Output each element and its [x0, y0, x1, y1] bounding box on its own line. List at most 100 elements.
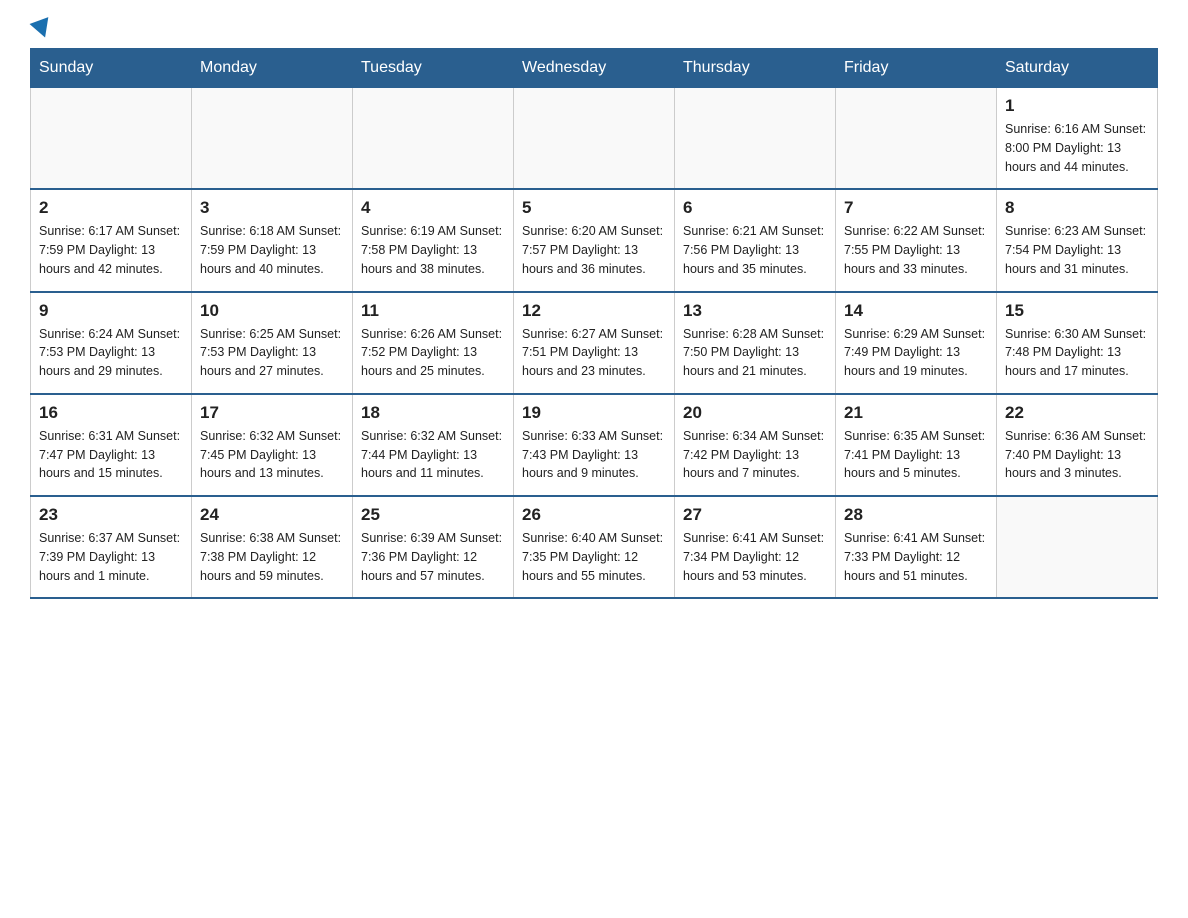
column-header-saturday: Saturday [997, 49, 1158, 88]
day-number: 27 [683, 505, 827, 525]
day-info: Sunrise: 6:29 AM Sunset: 7:49 PM Dayligh… [844, 325, 988, 381]
calendar-cell [836, 88, 997, 190]
day-info: Sunrise: 6:32 AM Sunset: 7:44 PM Dayligh… [361, 427, 505, 483]
day-number: 1 [1005, 96, 1149, 116]
column-header-sunday: Sunday [31, 49, 192, 88]
day-info: Sunrise: 6:38 AM Sunset: 7:38 PM Dayligh… [200, 529, 344, 585]
day-info: Sunrise: 6:35 AM Sunset: 7:41 PM Dayligh… [844, 427, 988, 483]
day-info: Sunrise: 6:25 AM Sunset: 7:53 PM Dayligh… [200, 325, 344, 381]
calendar-cell: 6 Sunrise: 6:21 AM Sunset: 7:56 PM Daylig… [675, 189, 836, 291]
calendar-cell: 3 Sunrise: 6:18 AM Sunset: 7:59 PM Daylig… [192, 189, 353, 291]
calendar-cell [31, 88, 192, 190]
calendar-cell: 21 Sunrise: 6:35 AM Sunset: 7:41 PM Dayli… [836, 394, 997, 496]
calendar-cell: 19 Sunrise: 6:33 AM Sunset: 7:43 PM Dayli… [514, 394, 675, 496]
calendar-week-row: 16 Sunrise: 6:31 AM Sunset: 7:47 PM Dayli… [31, 394, 1158, 496]
calendar-cell: 18 Sunrise: 6:32 AM Sunset: 7:44 PM Dayli… [353, 394, 514, 496]
day-info: Sunrise: 6:39 AM Sunset: 7:36 PM Dayligh… [361, 529, 505, 585]
column-header-monday: Monday [192, 49, 353, 88]
calendar-cell: 2 Sunrise: 6:17 AM Sunset: 7:59 PM Daylig… [31, 189, 192, 291]
calendar-week-row: 23 Sunrise: 6:37 AM Sunset: 7:39 PM Dayli… [31, 496, 1158, 598]
calendar-cell: 20 Sunrise: 6:34 AM Sunset: 7:42 PM Dayli… [675, 394, 836, 496]
calendar-cell: 11 Sunrise: 6:26 AM Sunset: 7:52 PM Dayli… [353, 292, 514, 394]
day-number: 24 [200, 505, 344, 525]
day-info: Sunrise: 6:21 AM Sunset: 7:56 PM Dayligh… [683, 222, 827, 278]
day-info: Sunrise: 6:27 AM Sunset: 7:51 PM Dayligh… [522, 325, 666, 381]
calendar-cell: 7Sunrise: 6:22 AM Sunset: 7:55 PM Daylig… [836, 189, 997, 291]
calendar-header-row: SundayMondayTuesdayWednesdayThursdayFrid… [31, 49, 1158, 88]
day-info: Sunrise: 6:33 AM Sunset: 7:43 PM Dayligh… [522, 427, 666, 483]
calendar-cell: 1 Sunrise: 6:16 AM Sunset: 8:00 PM Daylig… [997, 88, 1158, 190]
column-header-thursday: Thursday [675, 49, 836, 88]
day-number: 19 [522, 403, 666, 423]
day-info: Sunrise: 6:26 AM Sunset: 7:52 PM Dayligh… [361, 325, 505, 381]
day-info: Sunrise: 6:41 AM Sunset: 7:33 PM Dayligh… [844, 529, 988, 585]
day-number: 15 [1005, 301, 1149, 321]
day-number: 13 [683, 301, 827, 321]
day-number: 7 [844, 198, 988, 218]
calendar-cell [353, 88, 514, 190]
calendar-cell: 27 Sunrise: 6:41 AM Sunset: 7:34 PM Dayli… [675, 496, 836, 598]
day-number: 16 [39, 403, 183, 423]
day-info: Sunrise: 6:32 AM Sunset: 7:45 PM Dayligh… [200, 427, 344, 483]
day-info: Sunrise: 6:16 AM Sunset: 8:00 PM Dayligh… [1005, 120, 1149, 176]
day-number: 22 [1005, 403, 1149, 423]
day-number: 6 [683, 198, 827, 218]
day-info: Sunrise: 6:37 AM Sunset: 7:39 PM Dayligh… [39, 529, 183, 585]
calendar-cell: 28 Sunrise: 6:41 AM Sunset: 7:33 PM Dayli… [836, 496, 997, 598]
day-number: 2 [39, 198, 183, 218]
column-header-friday: Friday [836, 49, 997, 88]
calendar-cell: 13 Sunrise: 6:28 AM Sunset: 7:50 PM Dayli… [675, 292, 836, 394]
day-number: 3 [200, 198, 344, 218]
calendar-cell: 9Sunrise: 6:24 AM Sunset: 7:53 PM Daylig… [31, 292, 192, 394]
calendar-week-row: 1 Sunrise: 6:16 AM Sunset: 8:00 PM Daylig… [31, 88, 1158, 190]
day-info: Sunrise: 6:41 AM Sunset: 7:34 PM Dayligh… [683, 529, 827, 585]
calendar-cell [675, 88, 836, 190]
calendar-cell: 15 Sunrise: 6:30 AM Sunset: 7:48 PM Dayli… [997, 292, 1158, 394]
calendar-cell: 17 Sunrise: 6:32 AM Sunset: 7:45 PM Dayli… [192, 394, 353, 496]
column-header-wednesday: Wednesday [514, 49, 675, 88]
day-info: Sunrise: 6:36 AM Sunset: 7:40 PM Dayligh… [1005, 427, 1149, 483]
calendar-week-row: 9Sunrise: 6:24 AM Sunset: 7:53 PM Daylig… [31, 292, 1158, 394]
calendar-cell: 24 Sunrise: 6:38 AM Sunset: 7:38 PM Dayli… [192, 496, 353, 598]
day-number: 10 [200, 301, 344, 321]
calendar-cell: 14 Sunrise: 6:29 AM Sunset: 7:49 PM Dayli… [836, 292, 997, 394]
logo [30, 20, 54, 38]
day-info: Sunrise: 6:20 AM Sunset: 7:57 PM Dayligh… [522, 222, 666, 278]
day-info: Sunrise: 6:18 AM Sunset: 7:59 PM Dayligh… [200, 222, 344, 278]
calendar-cell [192, 88, 353, 190]
day-number: 14 [844, 301, 988, 321]
day-info: Sunrise: 6:24 AM Sunset: 7:53 PM Dayligh… [39, 325, 183, 381]
day-number: 12 [522, 301, 666, 321]
day-info: Sunrise: 6:30 AM Sunset: 7:48 PM Dayligh… [1005, 325, 1149, 381]
day-info: Sunrise: 6:31 AM Sunset: 7:47 PM Dayligh… [39, 427, 183, 483]
day-info: Sunrise: 6:40 AM Sunset: 7:35 PM Dayligh… [522, 529, 666, 585]
calendar-cell: 12 Sunrise: 6:27 AM Sunset: 7:51 PM Dayli… [514, 292, 675, 394]
day-number: 17 [200, 403, 344, 423]
calendar-cell: 26 Sunrise: 6:40 AM Sunset: 7:35 PM Dayli… [514, 496, 675, 598]
page-header [30, 20, 1158, 38]
day-number: 23 [39, 505, 183, 525]
day-info: Sunrise: 6:34 AM Sunset: 7:42 PM Dayligh… [683, 427, 827, 483]
day-number: 20 [683, 403, 827, 423]
logo-triangle-icon [30, 17, 55, 41]
day-number: 28 [844, 505, 988, 525]
day-number: 4 [361, 198, 505, 218]
day-info: Sunrise: 6:23 AM Sunset: 7:54 PM Dayligh… [1005, 222, 1149, 278]
calendar-cell: 4 Sunrise: 6:19 AM Sunset: 7:58 PM Daylig… [353, 189, 514, 291]
day-number: 11 [361, 301, 505, 321]
day-number: 8 [1005, 198, 1149, 218]
day-number: 18 [361, 403, 505, 423]
day-number: 21 [844, 403, 988, 423]
day-number: 26 [522, 505, 666, 525]
day-info: Sunrise: 6:28 AM Sunset: 7:50 PM Dayligh… [683, 325, 827, 381]
calendar-cell: 22 Sunrise: 6:36 AM Sunset: 7:40 PM Dayli… [997, 394, 1158, 496]
calendar-table: SundayMondayTuesdayWednesdayThursdayFrid… [30, 48, 1158, 599]
calendar-cell: 23 Sunrise: 6:37 AM Sunset: 7:39 PM Dayli… [31, 496, 192, 598]
day-info: Sunrise: 6:17 AM Sunset: 7:59 PM Dayligh… [39, 222, 183, 278]
day-number: 5 [522, 198, 666, 218]
calendar-week-row: 2 Sunrise: 6:17 AM Sunset: 7:59 PM Daylig… [31, 189, 1158, 291]
calendar-cell [997, 496, 1158, 598]
day-info: Sunrise: 6:19 AM Sunset: 7:58 PM Dayligh… [361, 222, 505, 278]
day-number: 25 [361, 505, 505, 525]
calendar-cell: 5 Sunrise: 6:20 AM Sunset: 7:57 PM Daylig… [514, 189, 675, 291]
